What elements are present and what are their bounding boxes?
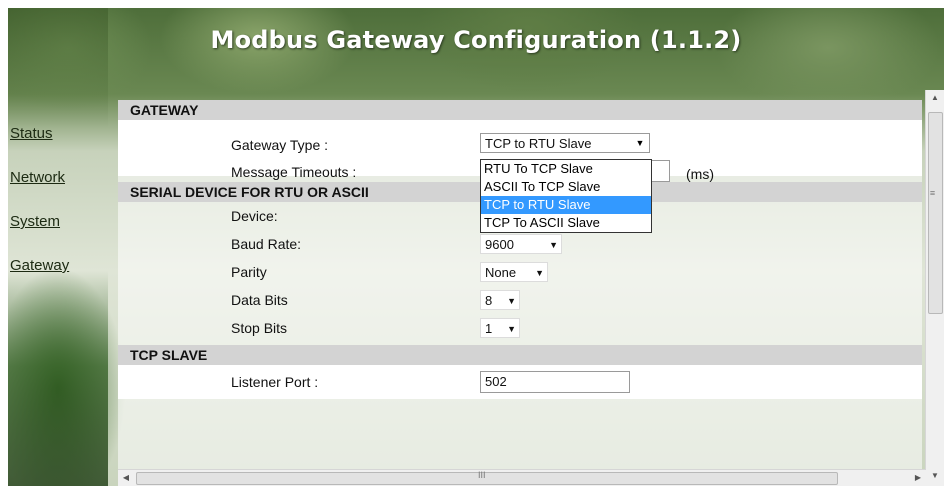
chevron-down-icon[interactable]: ▼ (535, 263, 544, 283)
dropdown-option-selected[interactable]: TCP to RTU Slave (481, 196, 651, 214)
scroll-right-icon[interactable]: ▶ (910, 470, 926, 486)
scroll-grip-icon: ≡ (929, 188, 936, 198)
gateway-type-select[interactable]: TCP to RTU Slave ▼ (480, 133, 650, 153)
stop-bits-label: Stop Bits (231, 320, 288, 336)
nav-network-link[interactable]: Network (8, 170, 69, 214)
section-gateway-header: GATEWAY (118, 100, 922, 120)
page-title: Modbus Gateway Configuration (1.1.2) (210, 26, 742, 54)
nav-system-link[interactable]: System (8, 214, 69, 258)
baud-rate-label: Baud Rate: (231, 236, 302, 252)
parity-select[interactable]: None ▼ (480, 262, 548, 282)
listener-port-label: Listener Port : (231, 374, 319, 390)
data-bits-label: Data Bits (231, 292, 288, 308)
scroll-down-icon[interactable]: ▼ (926, 468, 944, 484)
dropdown-option[interactable]: TCP To ASCII Slave (481, 214, 651, 232)
page-frame: Modbus Gateway Configuration (1.1.2) Sta… (8, 8, 944, 486)
scroll-up-icon[interactable]: ▲ (926, 90, 944, 106)
baud-rate-select[interactable]: 9600 ▼ (480, 234, 562, 254)
dropdown-option[interactable]: RTU To TCP Slave (481, 160, 651, 178)
section-tcp-header: TCP SLAVE (118, 345, 922, 365)
sidebar-nav: Status Network System Gateway (8, 126, 69, 302)
vertical-scrollbar[interactable]: ▲ ≡ ▼ (925, 90, 944, 486)
dropdown-option[interactable]: ASCII To TCP Slave (481, 178, 651, 196)
parity-value: None (485, 265, 517, 280)
listener-port-value: 502 (485, 374, 507, 389)
gateway-type-value: TCP to RTU Slave (485, 136, 592, 151)
data-bits-value: 8 (485, 293, 493, 308)
stop-bits-value: 1 (485, 321, 493, 336)
vertical-scroll-thumb[interactable] (928, 112, 943, 314)
chevron-down-icon[interactable]: ▼ (549, 235, 558, 255)
chevron-down-icon[interactable]: ▼ (507, 319, 516, 339)
baud-rate-value: 9600 (485, 237, 514, 252)
chevron-down-icon[interactable]: ▼ (507, 291, 516, 311)
timeouts-unit-label: (ms) (686, 166, 714, 182)
device-label: Device: (231, 208, 278, 224)
horizontal-scrollbar[interactable]: ◀ III ▶ (118, 469, 926, 486)
config-form: GATEWAY Gateway Type : TCP to RTU Slave … (118, 100, 922, 472)
scroll-grip-icon: III (478, 470, 486, 480)
listener-port-input[interactable]: 502 (480, 371, 630, 393)
horizontal-scroll-thumb[interactable] (136, 472, 838, 485)
stop-bits-select[interactable]: 1 ▼ (480, 318, 520, 338)
message-timeouts-label: Message Timeouts : (231, 164, 357, 180)
chevron-down-icon[interactable]: ▼ (633, 136, 647, 150)
scroll-left-icon[interactable]: ◀ (118, 470, 134, 486)
parity-label: Parity (231, 264, 267, 280)
gateway-type-dropdown-list[interactable]: RTU To TCP Slave ASCII To TCP Slave TCP … (480, 159, 652, 233)
nav-status-link[interactable]: Status (8, 126, 69, 170)
data-bits-select[interactable]: 8 ▼ (480, 290, 520, 310)
gateway-type-label: Gateway Type : (231, 137, 329, 153)
nav-gateway-link[interactable]: Gateway (8, 258, 69, 302)
